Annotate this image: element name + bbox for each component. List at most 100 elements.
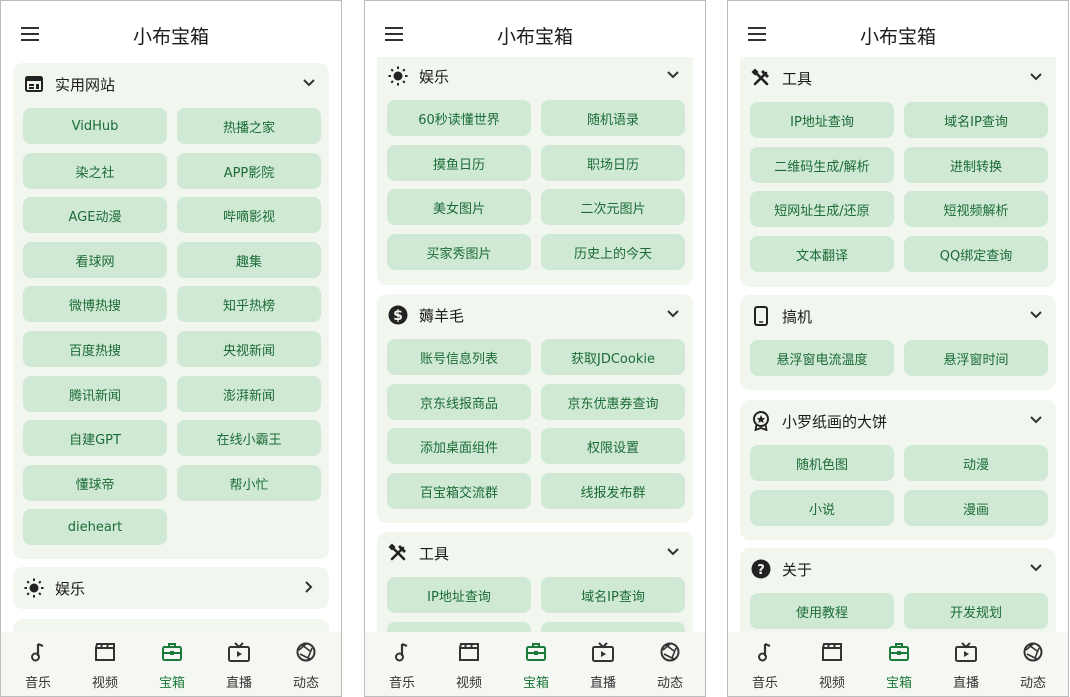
site-button[interactable]: 染之社 — [23, 153, 167, 189]
site-button[interactable]: dieheart — [23, 509, 167, 545]
chevron-down-icon[interactable] — [1026, 558, 1046, 578]
site-button[interactable]: 央视新闻 — [177, 331, 321, 367]
entertainment-button[interactable]: 摸鱼日历 — [387, 145, 531, 181]
nav-label: 动态 — [292, 676, 319, 691]
site-button[interactable]: AGE动漫 — [23, 197, 167, 233]
card-header[interactable]: 工具 — [377, 532, 693, 572]
card-header[interactable]: ? 关于 — [740, 548, 1056, 588]
deals-button[interactable]: 添加桌面组件 — [387, 428, 531, 464]
content-area[interactable]: 实用网站 VidHub 热播之家 染之社 APP影院 AGE动漫 哔嘀影视 看球… — [1, 57, 341, 632]
card-header[interactable]: 小罗纸画的大饼 — [740, 400, 1056, 440]
nav-item-video[interactable]: 视频 — [798, 632, 866, 696]
chevron-down-icon[interactable] — [1026, 305, 1046, 325]
nav-item-music[interactable]: 音乐 — [368, 632, 436, 696]
deals-button[interactable]: 京东线报商品 — [387, 384, 531, 420]
nav-item-feed[interactable]: 动态 — [636, 632, 704, 696]
card-header[interactable]: 娱乐 — [13, 567, 329, 607]
entertainment-button[interactable]: 买家秀图片 — [387, 234, 531, 270]
deals-button[interactable]: 账号信息列表 — [387, 339, 531, 375]
site-button[interactable]: 腾讯新闻 — [23, 376, 167, 412]
card-title: 搞机 — [782, 308, 813, 326]
clapperboard-icon — [435, 640, 503, 664]
entertainment-button[interactable]: 职场日历 — [541, 145, 685, 181]
deals-button[interactable]: 获取JDCookie — [541, 339, 685, 375]
site-button[interactable]: 看球网 — [23, 242, 167, 278]
deals-button[interactable]: 权限设置 — [541, 428, 685, 464]
deals-button[interactable]: 京东优惠券查询 — [541, 384, 685, 420]
extras-button[interactable]: 小说 — [750, 490, 894, 526]
tinker-button[interactable]: 悬浮窗电流温度 — [750, 340, 894, 376]
nav-item-toolbox[interactable]: 宝箱 — [865, 632, 933, 696]
bottom-nav: 音乐 视频 宝箱 直播 动态 — [1, 632, 341, 696]
card-header[interactable]: 搞机 — [740, 295, 1056, 335]
tool-button[interactable]: 短视频解析 — [904, 191, 1048, 227]
chevron-down-icon[interactable] — [299, 73, 319, 93]
entertainment-button[interactable]: 随机语录 — [541, 100, 685, 136]
chevron-down-icon[interactable] — [663, 542, 683, 562]
site-button[interactable]: 微博热搜 — [23, 286, 167, 322]
deals-button[interactable]: 线报发布群 — [541, 473, 685, 509]
chevron-down-icon[interactable] — [663, 304, 683, 324]
nav-item-feed[interactable]: 动态 — [999, 632, 1067, 696]
tool-button[interactable]: 域名IP查询 — [541, 577, 685, 613]
about-button[interactable]: 开发规划 — [904, 593, 1048, 629]
site-button[interactable]: 在线小霸王 — [177, 420, 321, 456]
tool-button-partial[interactable] — [387, 622, 531, 632]
site-button[interactable]: 知乎热榜 — [177, 286, 321, 322]
card-header[interactable]: 娱乐 — [377, 57, 693, 95]
tool-button[interactable]: 二维码生成/解析 — [750, 147, 894, 183]
extras-button[interactable]: 随机色图 — [750, 445, 894, 481]
chevron-right-icon[interactable] — [299, 577, 319, 597]
site-button[interactable]: 懂球帝 — [23, 465, 167, 501]
site-button[interactable]: VidHub — [23, 108, 167, 144]
about-button[interactable]: 使用教程 — [750, 593, 894, 629]
tool-button[interactable]: 进制转换 — [904, 147, 1048, 183]
entertainment-button[interactable]: 二次元图片 — [541, 189, 685, 225]
card-header[interactable]: 实用网站 — [13, 63, 329, 103]
site-button[interactable]: 澎湃新闻 — [177, 376, 321, 412]
entertainment-button[interactable]: 60秒读懂世界 — [387, 100, 531, 136]
nav-item-music[interactable]: 音乐 — [731, 632, 799, 696]
nav-label: 动态 — [656, 676, 683, 691]
tool-button[interactable]: QQ绑定查询 — [904, 236, 1048, 272]
content-area[interactable]: 工具 IP地址查询 域名IP查询 二维码生成/解析 进制转换 短网址生成/还原 … — [728, 57, 1068, 632]
nav-item-live[interactable]: 直播 — [932, 632, 1000, 696]
entertainment-button[interactable]: 历史上的今天 — [541, 234, 685, 270]
content-area[interactable]: 娱乐 60秒读懂世界 随机语录 摸鱼日历 职场日历 美女图片 二次元图片 买家秀… — [365, 57, 705, 632]
nav-item-toolbox[interactable]: 宝箱 — [502, 632, 570, 696]
chevron-down-icon[interactable] — [1026, 410, 1046, 430]
site-button[interactable]: 哔嘀影视 — [177, 197, 321, 233]
nav-item-video[interactable]: 视频 — [71, 632, 139, 696]
card-tinker: 搞机 悬浮窗电流温度 悬浮窗时间 — [740, 295, 1056, 390]
site-button[interactable]: 热播之家 — [177, 108, 321, 144]
nav-label: 音乐 — [751, 676, 778, 691]
extras-button[interactable]: 漫画 — [904, 490, 1048, 526]
tool-button[interactable]: 域名IP查询 — [904, 102, 1048, 138]
site-button[interactable]: 百度热搜 — [23, 331, 167, 367]
entertainment-button[interactable]: 美女图片 — [387, 189, 531, 225]
tool-button[interactable]: 文本翻译 — [750, 236, 894, 272]
tool-button-partial[interactable] — [541, 622, 685, 632]
deals-button[interactable]: 百宝箱交流群 — [387, 473, 531, 509]
nav-item-music[interactable]: 音乐 — [4, 632, 72, 696]
site-button[interactable]: 趣集 — [177, 242, 321, 278]
tool-button[interactable]: IP地址查询 — [750, 102, 894, 138]
nav-item-video[interactable]: 视频 — [435, 632, 503, 696]
card-title: 工具 — [419, 545, 450, 563]
card-entertainment-collapsed[interactable]: 娱乐 — [13, 567, 329, 609]
card-header[interactable]: 工具 — [740, 57, 1056, 97]
tool-button[interactable]: 短网址生成/还原 — [750, 191, 894, 227]
extras-button[interactable]: 动漫 — [904, 445, 1048, 481]
chevron-down-icon[interactable] — [663, 65, 683, 85]
chevron-down-icon[interactable] — [1026, 67, 1046, 87]
nav-item-toolbox[interactable]: 宝箱 — [138, 632, 206, 696]
site-button[interactable]: 帮小忙 — [177, 465, 321, 501]
card-header[interactable]: $ 薅羊毛 — [377, 294, 693, 334]
tool-button[interactable]: IP地址查询 — [387, 577, 531, 613]
nav-item-feed[interactable]: 动态 — [272, 632, 340, 696]
nav-item-live[interactable]: 直播 — [569, 632, 637, 696]
site-button[interactable]: 自建GPT — [23, 420, 167, 456]
nav-item-live[interactable]: 直播 — [205, 632, 273, 696]
site-button[interactable]: APP影院 — [177, 153, 321, 189]
tinker-button[interactable]: 悬浮窗时间 — [904, 340, 1048, 376]
